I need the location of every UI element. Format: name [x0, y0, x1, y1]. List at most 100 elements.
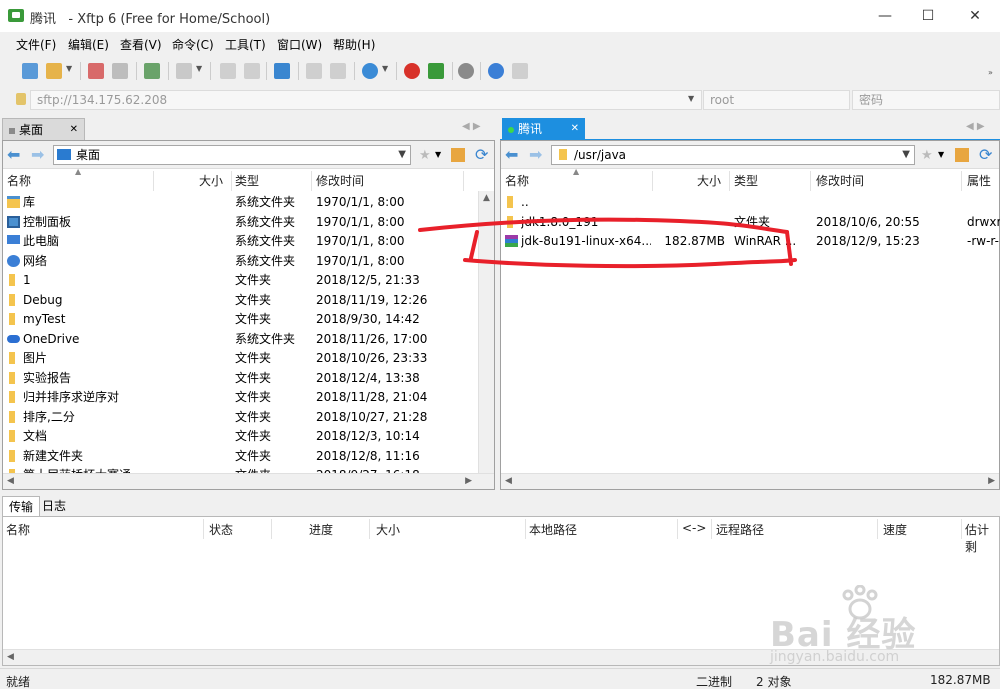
open-dropdown-icon[interactable]: ▼ — [66, 64, 72, 73]
column-size[interactable]: 大小 — [199, 171, 223, 191]
help-icon[interactable] — [488, 63, 504, 79]
tab-log[interactable]: 日志 — [36, 496, 72, 516]
local-path-input[interactable]: 桌面 ▼ — [53, 145, 411, 165]
star-icon[interactable]: ★ — [419, 148, 433, 163]
file-row[interactable]: .. — [501, 193, 999, 212]
forward-arrow-icon[interactable]: ➡ — [529, 145, 542, 164]
horizontal-scrollbar[interactable]: ◀ ▶ — [501, 473, 999, 489]
column-modified[interactable]: 修改时间 — [316, 171, 364, 191]
encoding-dropdown-icon[interactable]: ▼ — [382, 64, 388, 73]
maximize-button[interactable]: ☐ — [905, 0, 951, 32]
file-row[interactable]: 图片 文件夹 2018/10/26, 23:33 — [3, 349, 494, 368]
file-row[interactable]: myTest 文件夹 2018/9/30, 14:42 — [3, 310, 494, 329]
file-row[interactable]: 网络 系统文件夹 1970/1/1, 8:00 — [3, 252, 494, 271]
globe-icon[interactable] — [362, 63, 378, 79]
file-row[interactable]: 新建文件夹 文件夹 2018/12/8, 11:16 — [3, 447, 494, 466]
file-row[interactable]: 文档 文件夹 2018/12/3, 10:14 — [3, 427, 494, 446]
back-arrow-icon[interactable]: ⬅ — [7, 145, 20, 164]
transfer-col-name[interactable]: 名称 — [6, 521, 30, 538]
transfer-col-size[interactable]: 大小 — [376, 521, 400, 538]
terminal-icon[interactable] — [176, 63, 192, 79]
upload-icon[interactable] — [306, 63, 322, 79]
column-modified[interactable]: 修改时间 — [816, 171, 864, 191]
menu-help[interactable]: 帮助(H) — [333, 36, 375, 53]
menu-tools[interactable]: 工具(T) — [225, 36, 266, 53]
transfer-col-direction[interactable]: <-> — [682, 521, 706, 535]
scroll-left-icon[interactable]: ◀ — [505, 476, 512, 486]
column-name[interactable]: 名称 — [505, 171, 529, 191]
column-type[interactable]: 类型 — [734, 171, 758, 191]
connect-icon[interactable] — [88, 63, 104, 79]
close-button[interactable]: ✕ — [952, 0, 998, 32]
file-row[interactable]: 排序,二分 文件夹 2018/10/27, 21:28 — [3, 408, 494, 427]
file-row[interactable]: OneDrive 系统文件夹 2018/11/26, 17:00 — [3, 330, 494, 349]
disconnect-icon[interactable] — [112, 63, 128, 79]
copy-icon[interactable] — [220, 63, 236, 79]
vertical-scrollbar[interactable]: ▲ — [478, 191, 494, 473]
scroll-left-icon[interactable]: ◀ — [7, 476, 14, 486]
forward-arrow-icon[interactable]: ➡ — [31, 145, 44, 164]
scroll-left-icon[interactable]: ◀ — [7, 652, 14, 662]
tab-local-desktop[interactable]: 桌面 ✕ — [2, 118, 85, 140]
tab-remote-tencent[interactable]: 腾讯 ✕ — [502, 118, 585, 140]
file-row[interactable]: 此电脑 系统文件夹 1970/1/1, 8:00 — [3, 232, 494, 251]
column-attributes[interactable]: 属性 — [967, 171, 991, 191]
remote-path-input[interactable]: /usr/java ▼ — [551, 145, 915, 165]
terminal-dropdown-icon[interactable]: ▼ — [196, 64, 202, 73]
file-row[interactable]: Debug 文件夹 2018/11/19, 12:26 — [3, 291, 494, 310]
xshell-icon[interactable] — [404, 63, 420, 79]
username-input[interactable]: root — [703, 90, 850, 110]
file-row[interactable]: 1 文件夹 2018/12/5, 21:33 — [3, 271, 494, 290]
back-arrow-icon[interactable]: ⬅ — [505, 145, 518, 164]
transfer-col-progress[interactable]: 进度 — [309, 521, 333, 538]
open-folder-icon[interactable] — [46, 63, 62, 79]
host-dropdown-icon[interactable]: ▼ — [688, 94, 694, 103]
toolbar-overflow-icon[interactable]: » — [988, 68, 993, 77]
tab-scroll-left-icon[interactable]: ◀ ▶ — [462, 121, 481, 132]
horizontal-scrollbar[interactable]: ◀ ▶ — [3, 473, 494, 489]
host-input[interactable]: sftp://134.175.62.208 — [30, 90, 702, 110]
menu-file[interactable]: 文件(F) — [16, 36, 56, 53]
bookmark-dropdown-icon[interactable]: ▼ — [435, 150, 441, 159]
column-size[interactable]: 大小 — [697, 171, 721, 191]
chevron-down-icon[interactable]: ▼ — [902, 146, 910, 164]
password-input[interactable]: 密码 — [852, 90, 1000, 110]
close-tab-icon[interactable]: ✕ — [571, 118, 579, 140]
transfer-col-status[interactable]: 状态 — [209, 521, 233, 538]
gear-icon[interactable] — [458, 63, 474, 79]
refresh-icon[interactable]: ⟳ — [979, 145, 993, 164]
file-row[interactable]: 库 系统文件夹 1970/1/1, 8:00 — [3, 193, 494, 212]
transfer-col-speed[interactable]: 速度 — [883, 521, 907, 538]
sync-icon[interactable] — [274, 63, 290, 79]
tab-scroll-right-icon[interactable]: ◀ ▶ — [966, 121, 985, 132]
scroll-right-icon[interactable]: ▶ — [988, 476, 995, 486]
transfer-col-remote-path[interactable]: 远程路径 — [716, 521, 764, 538]
tab-transfers[interactable]: 传输 — [2, 496, 41, 516]
refresh-icon[interactable]: ⟳ — [475, 145, 489, 164]
menu-command[interactable]: 命令(C) — [172, 36, 214, 53]
download-icon[interactable] — [330, 63, 346, 79]
file-row[interactable]: jdk1.8.0_191 文件夹 2018/10/6, 20:55 drwxr — [501, 213, 1000, 232]
paste-icon[interactable] — [244, 63, 260, 79]
star-icon[interactable]: ★ — [921, 148, 935, 163]
menu-window[interactable]: 窗口(W) — [277, 36, 322, 53]
file-row[interactable]: jdk-8u191-linux-x64.... 182.87MB WinRAR ..… — [501, 232, 999, 251]
transfer-col-local-path[interactable]: 本地路径 — [529, 521, 577, 538]
new-session-icon[interactable] — [22, 63, 38, 79]
chat-icon[interactable] — [512, 63, 528, 79]
minimize-button[interactable]: — — [862, 0, 908, 32]
file-row[interactable]: 控制面板 系统文件夹 1970/1/1, 8:00 — [3, 213, 494, 232]
chevron-down-icon[interactable]: ▼ — [398, 146, 406, 164]
scroll-right-icon[interactable]: ▶ — [465, 476, 472, 486]
menu-edit[interactable]: 编辑(E) — [68, 36, 109, 53]
menu-view[interactable]: 查看(V) — [120, 36, 162, 53]
column-name[interactable]: 名称 — [7, 171, 31, 191]
file-row[interactable]: 实验报告 文件夹 2018/12/4, 13:38 — [3, 369, 494, 388]
home-folder-icon[interactable] — [451, 148, 465, 162]
bookmark-dropdown-icon[interactable]: ▼ — [938, 150, 944, 159]
transfer-col-eta[interactable]: 估计剩 — [965, 521, 999, 555]
scroll-up-icon[interactable]: ▲ — [483, 193, 490, 203]
file-row[interactable]: 归并排序求逆序对 文件夹 2018/11/28, 21:04 — [3, 388, 494, 407]
xftp-icon[interactable] — [428, 63, 444, 79]
properties-icon[interactable] — [144, 63, 160, 79]
